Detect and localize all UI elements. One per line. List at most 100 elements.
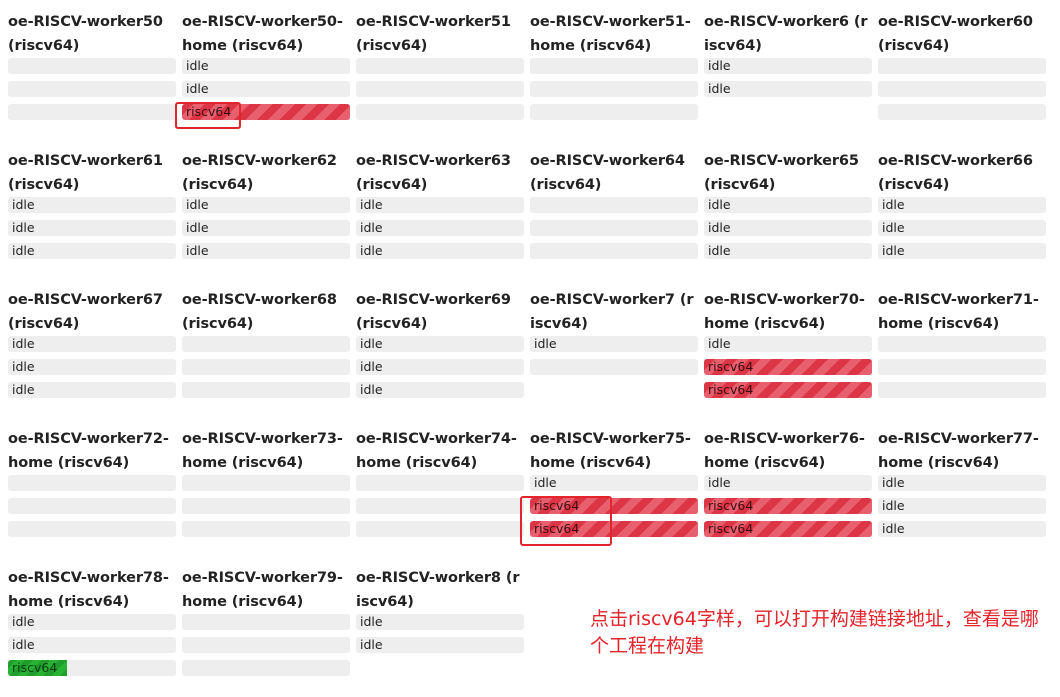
executor-list xyxy=(182,475,350,537)
worker-name[interactable]: oe-RISCV-worker61 (riscv64) xyxy=(8,139,176,197)
worker-name[interactable]: oe-RISCV-worker68 (riscv64) xyxy=(182,278,350,336)
executor-bar xyxy=(182,336,350,352)
executor-bar: idle xyxy=(182,81,350,97)
executor-bar: idle xyxy=(878,475,1046,491)
worker-name[interactable]: oe-RISCV-worker50-home (riscv64) xyxy=(182,0,350,58)
worker-name[interactable]: oe-RISCV-worker67 (riscv64) xyxy=(8,278,176,336)
executor-bar xyxy=(182,660,350,676)
worker-name[interactable]: oe-RISCV-worker69 (riscv64) xyxy=(356,278,524,336)
executor-bar: idle xyxy=(8,197,176,213)
worker-card: oe-RISCV-worker76-home (riscv64) idle risc… xyxy=(704,417,872,556)
executor-list: idle idle idle xyxy=(878,475,1046,537)
worker-card: oe-RISCV-worker67 (riscv64) idle idle idle xyxy=(8,278,176,417)
worker-name[interactable]: oe-RISCV-worker73-home (riscv64) xyxy=(182,417,350,475)
executor-bar xyxy=(356,498,524,514)
executor-bar xyxy=(878,382,1046,398)
worker-name[interactable]: oe-RISCV-worker51-home (riscv64) xyxy=(530,0,698,58)
worker-name[interactable]: oe-RISCV-worker79-home (riscv64) xyxy=(182,556,350,614)
worker-name[interactable]: oe-RISCV-worker50 (riscv64) xyxy=(8,0,176,58)
worker-name[interactable]: oe-RISCV-worker6 (riscv64) xyxy=(704,0,872,58)
worker-name[interactable]: oe-RISCV-worker63 (riscv64) xyxy=(356,139,524,197)
executor-bar xyxy=(530,104,698,120)
executor-bar xyxy=(530,243,698,259)
executor-bar: idle xyxy=(8,637,176,653)
worker-card: oe-RISCV-worker72-home (riscv64) xyxy=(8,417,176,556)
worker-name[interactable]: oe-RISCV-worker8 (riscv64) xyxy=(356,556,524,614)
worker-name[interactable]: oe-RISCV-worker70-home (riscv64) xyxy=(704,278,872,336)
executor-bar[interactable]: riscv64 xyxy=(704,382,872,398)
worker-name[interactable]: oe-RISCV-worker51 (riscv64) xyxy=(356,0,524,58)
executor-bar xyxy=(8,104,176,120)
executor-bar xyxy=(356,58,524,74)
executor-bar xyxy=(8,521,176,537)
executor-bar[interactable]: riscv64 xyxy=(530,521,698,537)
executor-bar[interactable]: riscv64 xyxy=(704,521,872,537)
worker-name[interactable]: oe-RISCV-worker66 (riscv64) xyxy=(878,139,1046,197)
worker-card: oe-RISCV-worker71-home (riscv64) xyxy=(878,278,1046,417)
executor-list xyxy=(356,58,524,120)
worker-name[interactable]: oe-RISCV-worker60 (riscv64) xyxy=(878,0,1046,58)
executor-list xyxy=(182,614,350,676)
executor-bar: idle xyxy=(8,243,176,259)
executor-bar xyxy=(356,81,524,97)
worker-name[interactable]: oe-RISCV-worker71-home (riscv64) xyxy=(878,278,1046,336)
executor-list: idle idle riscv64 xyxy=(182,58,350,120)
executor-bar: idle xyxy=(704,475,872,491)
worker-name[interactable]: oe-RISCV-worker76-home (riscv64) xyxy=(704,417,872,475)
worker-card: oe-RISCV-worker63 (riscv64) idle idle idle xyxy=(356,139,524,278)
executor-bar: idle xyxy=(356,197,524,213)
worker-card: oe-RISCV-worker51 (riscv64) xyxy=(356,0,524,139)
worker-name[interactable]: oe-RISCV-worker78-home (riscv64) xyxy=(8,556,176,614)
executor-list: idle idle idle xyxy=(182,197,350,259)
executor-bar: idle xyxy=(530,475,698,491)
executor-bar: idle xyxy=(530,336,698,352)
worker-name[interactable]: oe-RISCV-worker65 (riscv64) xyxy=(704,139,872,197)
worker-card: oe-RISCV-worker50-home (riscv64) idle idle… xyxy=(182,0,350,139)
worker-card: oe-RISCV-worker68 (riscv64) xyxy=(182,278,350,417)
worker-card: oe-RISCV-worker74-home (riscv64) xyxy=(356,417,524,556)
executor-list xyxy=(878,336,1046,398)
executor-bar: idle xyxy=(704,197,872,213)
executor-bar xyxy=(182,382,350,398)
executor-bar xyxy=(530,197,698,213)
executor-label[interactable]: riscv64 xyxy=(12,660,57,675)
executor-bar xyxy=(182,498,350,514)
executor-list: idle idle riscv64 xyxy=(8,614,176,676)
executor-bar: idle xyxy=(704,58,872,74)
executor-bar xyxy=(182,475,350,491)
executor-bar[interactable]: riscv64 xyxy=(704,498,872,514)
worker-card: oe-RISCV-worker70-home (riscv64) idle risc… xyxy=(704,278,872,417)
worker-name[interactable]: oe-RISCV-worker74-home (riscv64) xyxy=(356,417,524,475)
executor-bar xyxy=(356,475,524,491)
executor-bar xyxy=(878,359,1046,375)
worker-name[interactable]: oe-RISCV-worker62 (riscv64) xyxy=(182,139,350,197)
worker-card: oe-RISCV-worker78-home (riscv64) idle idle… xyxy=(8,556,176,695)
executor-bar: idle xyxy=(356,336,524,352)
executor-list xyxy=(182,336,350,398)
worker-card: oe-RISCV-worker66 (riscv64) idle idle idle xyxy=(878,139,1046,278)
worker-name[interactable]: oe-RISCV-worker72-home (riscv64) xyxy=(8,417,176,475)
executor-bar xyxy=(182,637,350,653)
worker-name[interactable]: oe-RISCV-worker64 (riscv64) xyxy=(530,139,698,197)
executor-bar xyxy=(878,81,1046,97)
executor-bar[interactable]: riscv64 xyxy=(530,498,698,514)
executor-list: idle idle idle xyxy=(356,197,524,259)
worker-card: oe-RISCV-worker69 (riscv64) idle idle idle xyxy=(356,278,524,417)
executor-bar: idle xyxy=(182,243,350,259)
worker-name[interactable]: oe-RISCV-worker7 (riscv64) xyxy=(530,278,698,336)
executor-list: idle riscv64 riscv64 xyxy=(530,475,698,537)
executor-bar[interactable]: riscv64 xyxy=(704,359,872,375)
executor-bar[interactable]: riscv64 xyxy=(182,104,350,120)
worker-card: oe-RISCV-worker7 (riscv64) idle xyxy=(530,278,698,417)
executor-bar xyxy=(182,521,350,537)
executor-list: idle idle idle xyxy=(878,197,1046,259)
worker-name[interactable]: oe-RISCV-worker75-home (riscv64) xyxy=(530,417,698,475)
annotation-note: 点击riscv64字样，可以打开构建链接地址，查看是哪个工程在构建 xyxy=(590,608,1039,657)
executor-bar: idle xyxy=(878,220,1046,236)
executor-list: idle riscv64 riscv64 xyxy=(704,475,872,537)
worker-name[interactable]: oe-RISCV-worker77-home (riscv64) xyxy=(878,417,1046,475)
executor-bar xyxy=(8,81,176,97)
executor-bar xyxy=(356,521,524,537)
executor-list: idle idle xyxy=(704,58,872,97)
executor-bar[interactable]: riscv64 xyxy=(8,660,176,676)
